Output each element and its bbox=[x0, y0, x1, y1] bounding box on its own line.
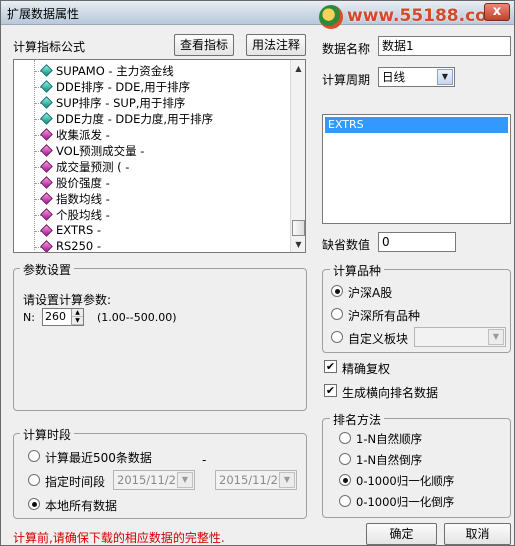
teal-gem-icon bbox=[40, 80, 53, 93]
scroll-down-icon[interactable]: ▼ bbox=[291, 237, 305, 252]
radio-hs-a-label[interactable]: 沪深A股 bbox=[348, 284, 392, 301]
scroll-thumb[interactable] bbox=[292, 220, 305, 236]
usage-notes-button[interactable]: 用法注释 bbox=[246, 34, 306, 56]
cancel-button[interactable]: 取消 bbox=[444, 523, 511, 545]
tree-item[interactable]: DDE排序 - DDE,用于排序 bbox=[56, 79, 190, 95]
rank-group-title: 排名方法 bbox=[330, 411, 385, 428]
date-range-dash: - bbox=[202, 453, 207, 467]
spin-up-icon[interactable]: ▲ bbox=[72, 309, 83, 317]
radio-rank-1[interactable] bbox=[339, 432, 351, 444]
formula-label: 计算指标公式 bbox=[13, 40, 86, 54]
variety-group-title: 计算品种 bbox=[330, 262, 385, 279]
list-item-selected[interactable]: EXTRS bbox=[325, 117, 508, 133]
radio-recent-500[interactable] bbox=[28, 450, 40, 462]
radio-rank-3-label[interactable]: 0-1000归一化顺序 bbox=[356, 473, 454, 489]
watermark-logo-icon bbox=[319, 5, 343, 29]
close-button[interactable]: x bbox=[484, 3, 510, 21]
radio-local-all[interactable] bbox=[28, 498, 40, 510]
chevron-down-icon[interactable]: ▼ bbox=[177, 472, 193, 488]
tree-scrollbar[interactable]: ▲ ▼ bbox=[290, 60, 305, 252]
tree-item[interactable]: SUPAMO - 主力资金线 bbox=[56, 63, 174, 79]
tree-item[interactable]: 股价强度 - bbox=[56, 175, 110, 191]
teal-gem-icon bbox=[40, 96, 53, 109]
chevron-down-icon[interactable]: ▼ bbox=[488, 329, 504, 345]
tree-item[interactable]: VOL预测成交量 - bbox=[56, 143, 144, 159]
radio-recent-500-label[interactable]: 计算最近500条数据 bbox=[45, 449, 152, 466]
indicator-listbox[interactable]: EXTRS bbox=[322, 114, 511, 224]
chevron-down-icon[interactable]: ▼ bbox=[437, 69, 453, 85]
params-prompt: 请设置计算参数: bbox=[23, 293, 112, 307]
ok-button[interactable]: 确定 bbox=[366, 523, 437, 545]
precise-adjust-checkbox[interactable]: ✔ bbox=[324, 360, 337, 373]
date-to-picker[interactable]: 2015/11/27 ▼ bbox=[215, 470, 297, 490]
tree-item[interactable]: 指数均线 - bbox=[56, 191, 110, 207]
radio-rank-4[interactable] bbox=[339, 495, 351, 507]
data-name-input[interactable]: 数据1 bbox=[378, 36, 511, 56]
n-spinner[interactable]: ▲ ▼ bbox=[71, 309, 83, 326]
tree-item[interactable]: RS250 - bbox=[56, 239, 101, 252]
precise-adjust-label[interactable]: 精确复权 bbox=[342, 360, 390, 377]
pink-gem-icon bbox=[40, 192, 53, 205]
teal-gem-icon bbox=[40, 112, 53, 125]
radio-custom-block[interactable] bbox=[331, 331, 343, 343]
period-group-title: 计算时段 bbox=[20, 426, 75, 443]
n-label: N: bbox=[23, 311, 35, 324]
period-select[interactable]: 日线 ▼ bbox=[378, 67, 455, 87]
n-value-input[interactable]: 260 ▲ ▼ bbox=[42, 308, 84, 326]
tree-item[interactable]: 收集派发 - bbox=[56, 127, 110, 143]
radio-rank-1-label[interactable]: 1-N自然顺序 bbox=[356, 431, 422, 447]
tree-item[interactable]: DDE力度 - DDE力度,用于排序 bbox=[56, 111, 213, 127]
title-bar[interactable]: 扩展数据属性 www.55188.com x bbox=[1, 1, 514, 29]
tree-guide-line bbox=[34, 60, 35, 250]
default-value-input[interactable]: 0 bbox=[378, 232, 456, 252]
params-group bbox=[13, 268, 307, 411]
view-indicator-button[interactable]: 查看指标 bbox=[174, 34, 234, 56]
params-group-title: 参数设置 bbox=[20, 261, 75, 278]
radio-rank-2-label[interactable]: 1-N自然倒序 bbox=[356, 452, 422, 468]
pink-gem-icon bbox=[40, 128, 53, 141]
radio-date-range[interactable] bbox=[28, 474, 40, 486]
gen-rank-label[interactable]: 生成横向排名数据 bbox=[342, 384, 438, 401]
radio-hs-all-label[interactable]: 沪深所有品种 bbox=[348, 307, 420, 324]
tree-item[interactable]: 个股均线 - bbox=[56, 207, 110, 223]
pink-gem-icon bbox=[40, 240, 53, 252]
pink-gem-icon bbox=[40, 208, 53, 221]
scroll-up-icon[interactable]: ▲ bbox=[291, 61, 305, 76]
formula-tree[interactable]: SUPAMO - 主力资金线 DDE排序 - DDE,用于排序 SUP排序 - SU… bbox=[13, 59, 306, 253]
pink-gem-icon bbox=[40, 176, 53, 189]
spin-down-icon[interactable]: ▼ bbox=[72, 317, 83, 325]
teal-gem-icon bbox=[40, 64, 53, 77]
pink-gem-icon bbox=[40, 144, 53, 157]
date-to-value: 2015/11/27 bbox=[219, 473, 286, 487]
radio-custom-block-label[interactable]: 自定义板块 bbox=[348, 330, 408, 347]
default-value-label: 缺省数值 bbox=[322, 238, 371, 252]
pink-gem-icon bbox=[40, 160, 53, 173]
date-from-picker[interactable]: 2015/11/27 ▼ bbox=[113, 470, 195, 490]
gen-rank-checkbox[interactable]: ✔ bbox=[324, 384, 337, 397]
integrity-warning: 计算前,请确保下载的相应数据的完整性. bbox=[13, 531, 225, 545]
radio-rank-3[interactable] bbox=[339, 474, 351, 486]
dialog-window: 扩展数据属性 www.55188.com x 计算指标公式 查看指标 用法注释 … bbox=[0, 0, 515, 546]
date-from-value: 2015/11/27 bbox=[117, 473, 184, 487]
tree-item[interactable]: 成交量预测 ( - bbox=[56, 159, 129, 175]
chevron-down-icon[interactable]: ▼ bbox=[279, 472, 295, 488]
custom-block-select[interactable]: ▼ bbox=[414, 327, 506, 347]
tree-item[interactable]: SUP排序 - SUP,用于排序 bbox=[56, 95, 185, 111]
pink-gem-icon bbox=[40, 224, 53, 237]
watermark-text: www.55188.com bbox=[347, 6, 505, 26]
window-title: 扩展数据属性 bbox=[7, 7, 80, 21]
period-label: 计算周期 bbox=[322, 73, 371, 87]
radio-hs-all[interactable] bbox=[331, 308, 343, 320]
radio-date-range-label[interactable]: 指定时间段 bbox=[45, 473, 105, 490]
n-range-text: (1.00--500.00) bbox=[97, 311, 177, 324]
radio-local-all-label[interactable]: 本地所有数据 bbox=[45, 497, 117, 514]
radio-rank-4-label[interactable]: 0-1000归一化倒序 bbox=[356, 494, 454, 510]
period-select-value: 日线 bbox=[382, 70, 405, 84]
data-name-label: 数据名称 bbox=[322, 42, 371, 56]
radio-rank-2[interactable] bbox=[339, 453, 351, 465]
n-value: 260 bbox=[45, 310, 66, 323]
tree-item[interactable]: EXTRS - bbox=[56, 223, 101, 239]
radio-hs-a[interactable] bbox=[331, 285, 343, 297]
